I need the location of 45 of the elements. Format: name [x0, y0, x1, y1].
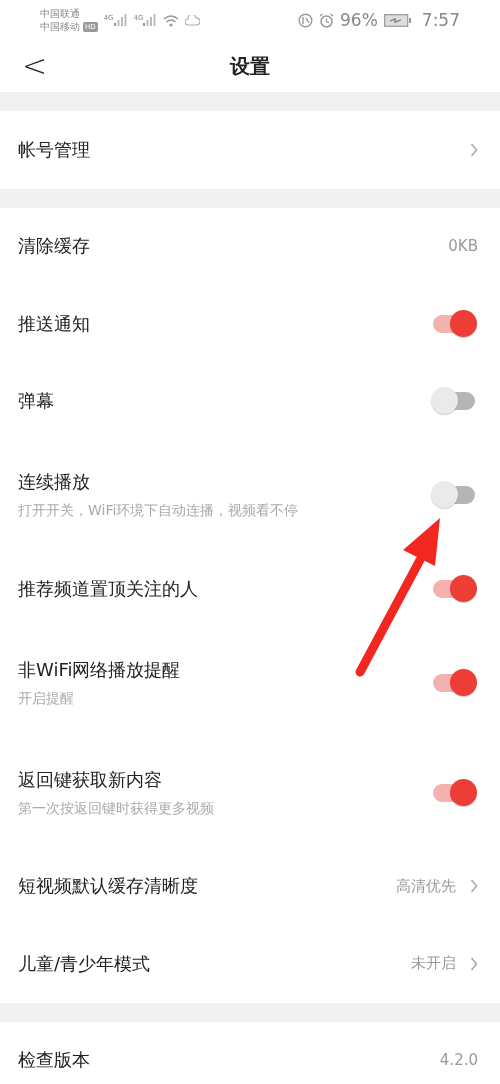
wifi-icon: [163, 13, 180, 27]
alarm-icon: [319, 12, 334, 28]
setting-description: 开启提醒: [18, 689, 75, 708]
setting-label: 帐号管理: [18, 137, 90, 162]
setting-description: 打开开关，WiFi环境下自动连播，视频看不停: [18, 502, 299, 520]
settings-row[interactable]: 检查版本 4.2.0: [0, 1021, 500, 1084]
settings-row[interactable]: 连续播放 打开开关，WiFi环境下自动连播，视频看不停: [0, 440, 500, 550]
back-button[interactable]: <: [14, 48, 56, 84]
setting-label: 清除缓存: [18, 234, 90, 259]
chevron-right-icon: [470, 142, 478, 157]
setting-description: 第一次按返回键时获得更多视频: [18, 799, 214, 818]
setting-label: 儿童/青少年模式: [18, 951, 151, 976]
battery-icon: [383, 13, 412, 27]
settings-row[interactable]: 短视频默认缓存清晰度 高清优先: [0, 847, 500, 925]
settings-row[interactable]: 推送通知: [0, 285, 500, 363]
settings-row[interactable]: 弹幕: [0, 362, 500, 440]
settings-row[interactable]: 推荐频道置顶关注的人: [0, 550, 500, 628]
signal-icon: [113, 14, 128, 26]
setting-label: 推荐频道置顶关注的人: [18, 576, 198, 601]
setting-value: 高清优先: [396, 876, 456, 896]
carrier-name: 中国移动: [40, 20, 80, 33]
setting-value: 未开启: [411, 954, 456, 974]
setting-value: 4.2.0: [439, 1051, 478, 1070]
setting-label: 推送通知: [18, 311, 90, 336]
cloud-icon: [185, 14, 201, 26]
page-title: 设置: [230, 52, 270, 80]
settings-row[interactable]: 帐号管理: [0, 111, 500, 189]
chevron-right-icon: [470, 956, 478, 971]
battery-percentage: 96%: [340, 10, 378, 30]
data-saver-icon: [298, 12, 313, 28]
setting-label: 返回键获取新内容: [18, 767, 163, 792]
setting-label: 连续播放: [18, 470, 91, 494]
setting-label: 检查版本: [18, 1048, 90, 1073]
settings-row[interactable]: 非WiFi网络播放提醒 开启提醒: [0, 627, 500, 738]
carrier-name: 中国联通: [40, 7, 80, 20]
setting-label: 弹幕: [18, 389, 54, 414]
settings-row[interactable]: 儿童/青少年模式 未开启: [0, 925, 500, 1003]
clock-time: 7:57: [421, 10, 460, 30]
chevron-right-icon: [470, 879, 478, 894]
signal-icon: [143, 14, 158, 26]
settings-row[interactable]: 返回键获取新内容 第一次按返回键时获得更多视频: [0, 737, 500, 848]
settings-row[interactable]: 清除缓存 0KB: [0, 207, 500, 285]
setting-label: 短视频默认缓存清晰度: [18, 874, 198, 899]
setting-value: 0KB: [448, 237, 478, 256]
setting-label: 非WiFi网络播放提醒: [18, 657, 181, 682]
